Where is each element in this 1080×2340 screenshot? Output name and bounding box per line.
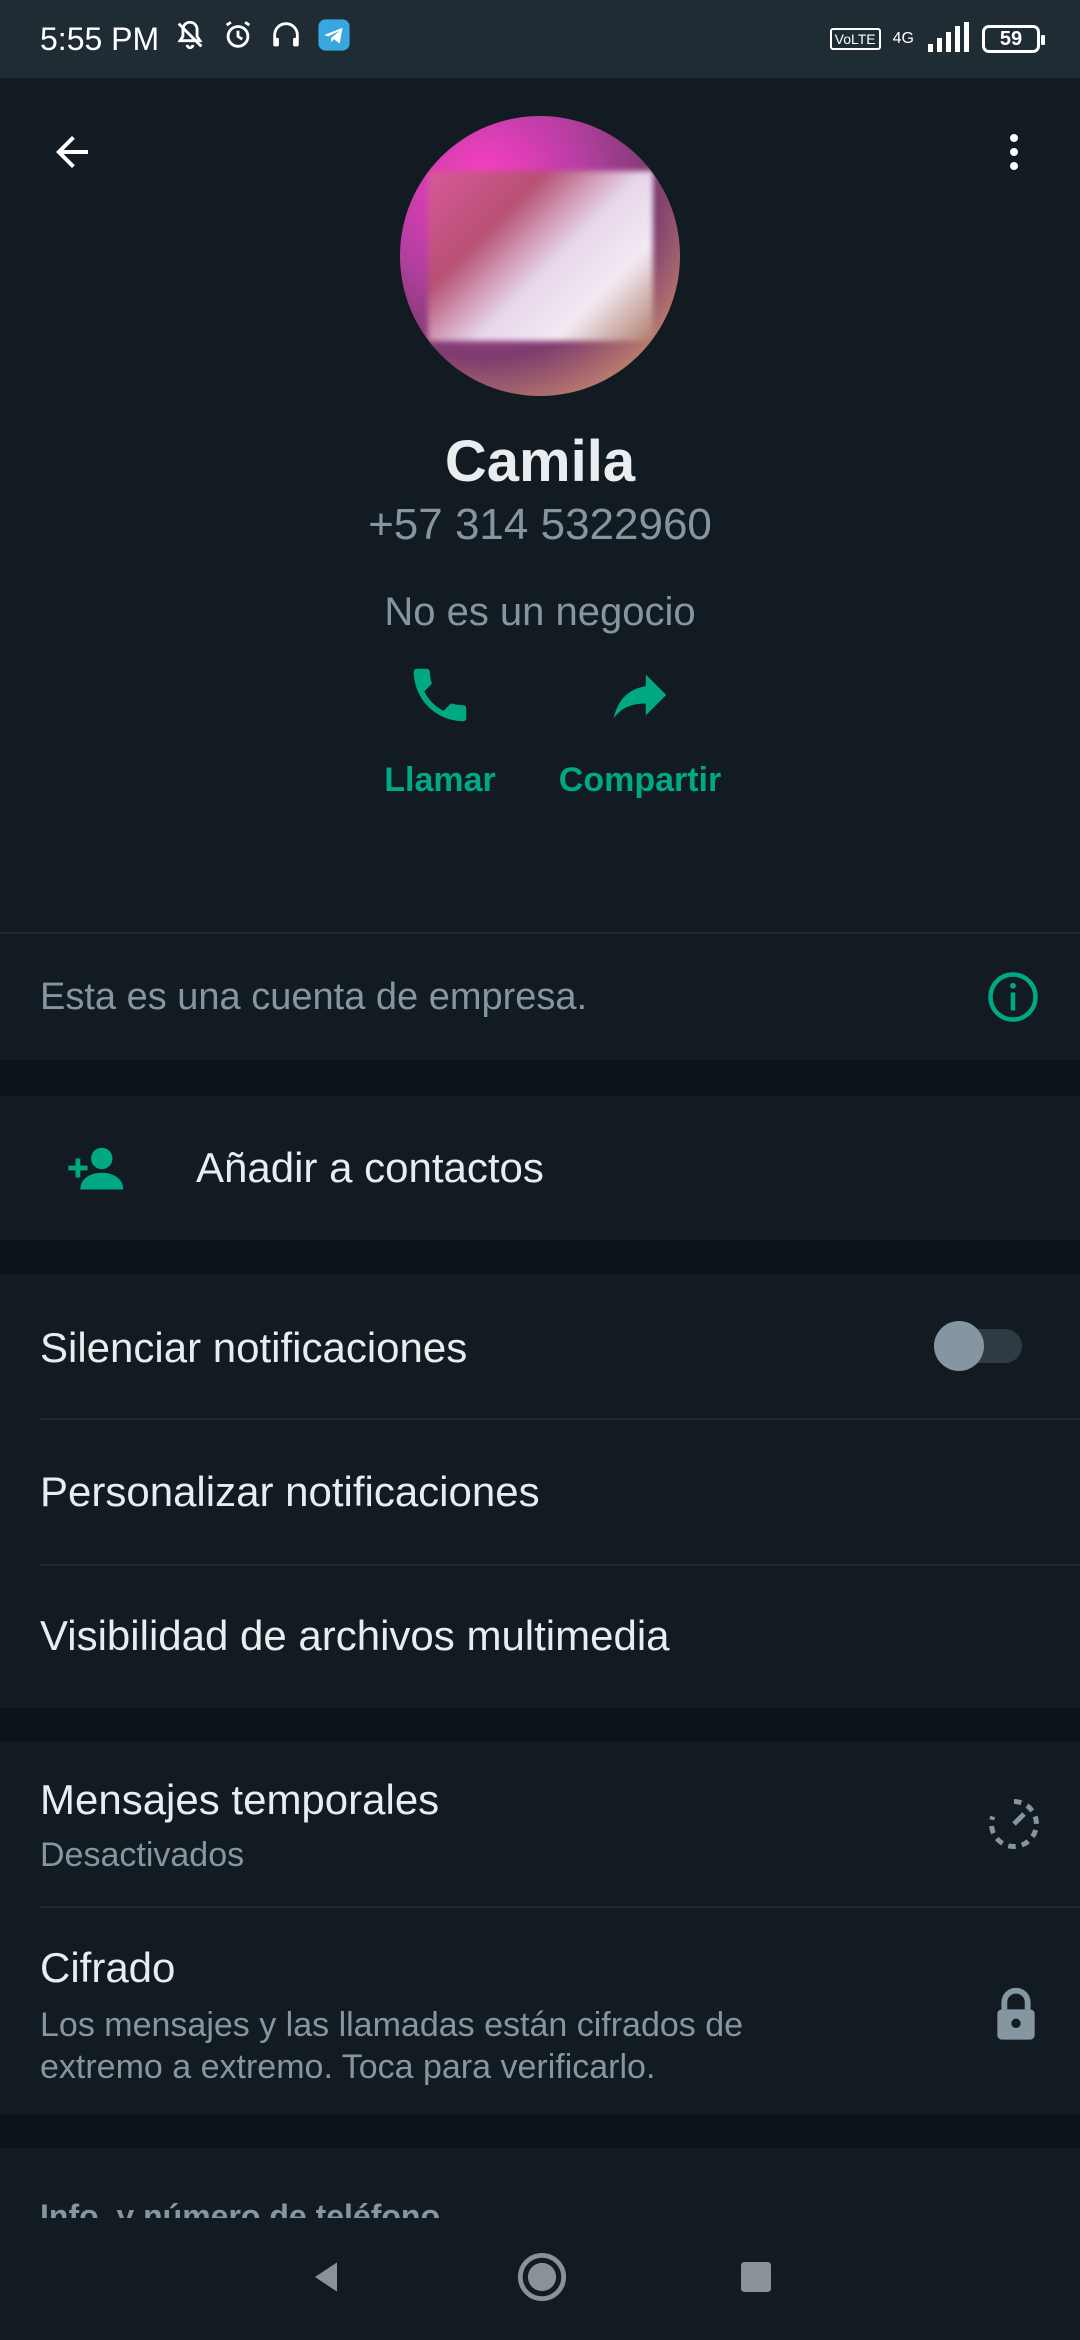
- encryption-desc-line2: extremo a extremo. Toca para verificarlo…: [40, 2048, 656, 2086]
- disappearing-messages-row[interactable]: Mensajes temporales Desactivados: [0, 1742, 1080, 1906]
- avatar-photo: [428, 171, 653, 341]
- more-vert-icon: [990, 128, 1038, 181]
- business-note: No es un negocio: [384, 590, 696, 634]
- lock-icon: [992, 1986, 1040, 2047]
- volte-icon: VoLTE: [829, 28, 881, 50]
- nav-back-button[interactable]: [304, 2255, 348, 2304]
- status-bar: 5:55 PM VoLTE 4G 59: [0, 0, 1080, 78]
- add-contact-row[interactable]: Añadir a contactos: [0, 1096, 1080, 1240]
- media-visibility-row[interactable]: Visibilidad de archivos multimedia: [0, 1566, 1080, 1708]
- share-label: Compartir: [558, 761, 722, 799]
- mute-notifications-row[interactable]: Silenciar notificaciones: [0, 1274, 1080, 1418]
- headphones-icon: [269, 18, 303, 60]
- contact-phone: +57 314 5322960: [368, 500, 712, 549]
- add-contact-label: Añadir a contactos: [196, 1144, 544, 1191]
- bell-off-icon: [173, 18, 207, 60]
- contact-name: Camila: [444, 429, 636, 494]
- disappearing-messages-title: Mensajes temporales: [40, 1776, 440, 1823]
- call-button[interactable]: Llamar: [340, 660, 540, 800]
- share-icon: [605, 660, 675, 735]
- signal-icon: [926, 21, 970, 57]
- call-label: Llamar: [384, 761, 496, 799]
- info-icon[interactable]: [986, 970, 1040, 1029]
- encryption-row[interactable]: Cifrado Los mensajes y las llamadas está…: [0, 1908, 1080, 2114]
- avatar[interactable]: [400, 116, 680, 396]
- telegram-icon: [317, 18, 351, 60]
- disappearing-messages-value: Desactivados: [40, 1836, 245, 1874]
- encryption-title: Cifrado: [40, 1944, 176, 1991]
- person-add-icon: [66, 1142, 128, 1199]
- battery-indicator: 59: [982, 25, 1045, 53]
- phone-icon: [405, 660, 475, 735]
- info-section: Info. y número de teléfono: [0, 2148, 1080, 2234]
- custom-notifications-label: Personalizar notificaciones: [40, 1468, 540, 1515]
- business-account-row[interactable]: Esta es una cuenta de empresa.: [0, 934, 1080, 1060]
- custom-notifications-row[interactable]: Personalizar notificaciones: [0, 1420, 1080, 1564]
- business-account-text: Esta es una cuenta de empresa.: [40, 976, 588, 1018]
- alarm-icon: [221, 18, 255, 60]
- system-nav-bar: [0, 2218, 1080, 2340]
- share-button[interactable]: Compartir: [540, 660, 740, 800]
- mute-toggle[interactable]: [934, 1321, 1022, 1371]
- privacy-section: Mensajes temporales Desactivados Cifrado…: [0, 1742, 1080, 2114]
- back-button[interactable]: [40, 122, 104, 186]
- nav-recents-button[interactable]: [736, 2257, 776, 2302]
- mute-notifications-label: Silenciar notificaciones: [40, 1324, 468, 1371]
- status-time: 5:55 PM: [40, 20, 160, 57]
- network-type: 4G: [892, 30, 914, 47]
- more-options-button[interactable]: [982, 122, 1046, 186]
- mute-toggle-knob: [934, 1321, 984, 1371]
- encryption-desc-line1: Los mensajes y las llamadas están cifrad…: [40, 2006, 744, 2044]
- media-visibility-label: Visibilidad de archivos multimedia: [40, 1612, 670, 1659]
- notifications-section: Silenciar notificaciones Personalizar no…: [0, 1274, 1080, 1708]
- nav-home-button[interactable]: [516, 2251, 568, 2308]
- battery-level: 59: [999, 27, 1023, 50]
- timer-icon: [984, 1794, 1044, 1859]
- arrow-left-icon: [48, 128, 96, 181]
